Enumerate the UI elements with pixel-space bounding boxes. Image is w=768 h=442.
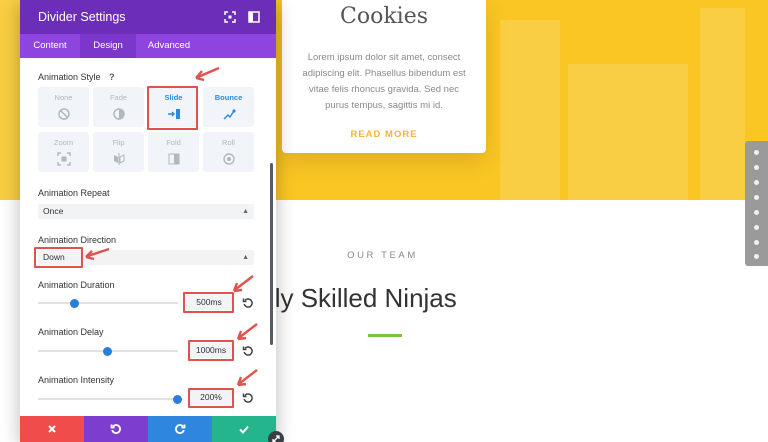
- bounce-icon: [223, 109, 236, 120]
- animation-repeat-select[interactable]: Once ▲︎: [38, 204, 254, 219]
- hero-shape: [0, 0, 20, 200]
- animation-intensity-track[interactable]: [38, 394, 182, 404]
- undo-icon: [110, 424, 121, 434]
- reset-icon[interactable]: [242, 297, 254, 309]
- hero-shape: [700, 8, 745, 200]
- scrollbar[interactable]: [270, 163, 273, 345]
- team-kicker: OUR TEAM: [347, 250, 418, 261]
- modal-footer: [20, 416, 276, 442]
- nav-dot[interactable]: [754, 254, 759, 259]
- redo-icon: [175, 424, 186, 434]
- intensity-highlight-box: [188, 388, 234, 408]
- fullscreen-icon[interactable]: [223, 10, 237, 24]
- nav-dot[interactable]: [754, 180, 759, 185]
- annotation-arrow-icon: [85, 247, 110, 261]
- slide-highlight-box: [147, 86, 198, 130]
- undo-button[interactable]: [84, 416, 148, 442]
- animation-style-label: Animation Style: [38, 72, 101, 82]
- animation-duration-track[interactable]: [38, 298, 178, 308]
- animation-delay-slider[interactable]: [102, 346, 112, 356]
- style-option-fade[interactable]: Fade: [93, 87, 144, 127]
- nav-dot[interactable]: [754, 165, 759, 170]
- discard-button[interactable]: [20, 416, 84, 442]
- style-option-zoom[interactable]: Zoom: [38, 132, 89, 172]
- divider-line: [368, 334, 402, 337]
- style-option-label: Flip: [112, 138, 125, 147]
- style-option-bounce[interactable]: Bounce: [203, 87, 254, 127]
- modal-header: Divider Settings: [20, 0, 276, 34]
- reset-icon[interactable]: [242, 345, 254, 357]
- style-option-label: None: [54, 93, 73, 102]
- modal-title: Divider Settings: [38, 10, 126, 24]
- chevron-updown-icon: ▲︎: [242, 254, 249, 261]
- divider-settings-modal: Divider Settings Content Design Advanced…: [20, 0, 276, 442]
- hero-shape: [500, 20, 560, 200]
- zoom-icon: [56, 152, 71, 166]
- style-option-fold[interactable]: Fold: [148, 132, 199, 172]
- hero-shape: [568, 64, 688, 200]
- tab-design[interactable]: Design: [80, 34, 136, 58]
- chevron-updown-icon: ▲︎: [242, 208, 249, 215]
- style-option-label: Fold: [166, 138, 181, 147]
- nav-dot[interactable]: [754, 150, 759, 155]
- card-excerpt: Lorem ipsum dolor sit amet, consect adip…: [302, 52, 466, 111]
- blog-card: Cookies Lorem ipsum dolor sit amet, cons…: [282, 0, 486, 153]
- check-icon: [239, 425, 249, 434]
- style-option-roll[interactable]: Roll: [203, 132, 254, 172]
- direction-highlight-box: [34, 247, 83, 268]
- nav-dot[interactable]: [754, 210, 759, 215]
- tab-advanced[interactable]: Advanced: [136, 34, 202, 58]
- save-button[interactable]: [212, 416, 276, 442]
- style-option-label: Roll: [222, 138, 235, 147]
- nav-dot[interactable]: [754, 240, 759, 245]
- card-title: Cookies: [340, 4, 428, 29]
- nav-dot[interactable]: [754, 195, 759, 200]
- roll-icon: [222, 153, 235, 165]
- modal-tabs: Content Design Advanced: [20, 34, 276, 58]
- animation-intensity-slider[interactable]: [172, 394, 182, 404]
- flip-icon: [113, 153, 124, 165]
- animation-duration-slider[interactable]: [70, 298, 80, 308]
- annotation-arrow-icon: [236, 369, 258, 387]
- team-heading: ighly Skilled Ninjas: [240, 283, 457, 313]
- animation-delay-label: Animation Delay: [38, 327, 104, 337]
- read-more-link[interactable]: READ MORE: [282, 129, 486, 140]
- annotation-arrow-icon: [236, 323, 258, 341]
- none-icon: [57, 108, 70, 120]
- redo-button[interactable]: [148, 416, 212, 442]
- resize-handle[interactable]: [268, 431, 284, 442]
- fold-icon: [168, 153, 179, 165]
- annotation-arrow-icon: [232, 275, 254, 293]
- help-icon[interactable]: ?: [109, 72, 115, 82]
- style-option-label: Fade: [109, 93, 128, 102]
- animation-repeat-label: Animation Repeat: [38, 188, 110, 198]
- sidebar-toggle-icon[interactable]: [247, 10, 261, 24]
- annotation-arrow-icon: [195, 66, 220, 82]
- animation-delay-track[interactable]: [38, 346, 178, 356]
- tab-content[interactable]: Content: [20, 34, 80, 58]
- duration-highlight-box: [183, 292, 234, 313]
- animation-intensity-label: Animation Intensity: [38, 375, 115, 385]
- close-icon: [48, 425, 56, 433]
- delay-highlight-box: [188, 340, 234, 361]
- animation-repeat-value: Once: [43, 206, 64, 216]
- style-option-label: Bounce: [214, 93, 243, 102]
- reset-icon[interactable]: [242, 392, 254, 404]
- animation-duration-label: Animation Duration: [38, 280, 115, 290]
- resize-icon: [272, 435, 280, 442]
- nav-dot[interactable]: [754, 225, 759, 230]
- dot-navigation: [745, 141, 768, 266]
- style-option-label: Zoom: [53, 138, 74, 147]
- style-option-flip[interactable]: Flip: [93, 132, 144, 172]
- fade-icon: [112, 108, 125, 120]
- style-option-none[interactable]: None: [38, 87, 89, 127]
